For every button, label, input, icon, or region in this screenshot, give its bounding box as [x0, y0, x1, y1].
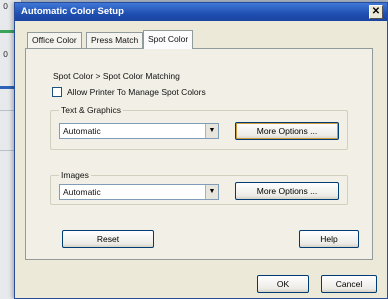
cancel-button[interactable]: Cancel: [321, 275, 377, 293]
ok-button[interactable]: OK: [257, 275, 309, 293]
allow-printer-checkbox-label: Allow Printer To Manage Spot Colors: [67, 87, 206, 97]
chevron-down-icon[interactable]: ▼: [205, 124, 218, 138]
images-select-value: Automatic: [63, 187, 101, 197]
allow-printer-checkbox-row[interactable]: Allow Printer To Manage Spot Colors: [52, 87, 206, 97]
tab-label: Press Match: [91, 35, 139, 45]
reset-button[interactable]: Reset: [62, 230, 154, 248]
dialog-titlebar[interactable]: Automatic Color Setup ✕: [15, 3, 387, 21]
text-graphics-legend: Text & Graphics: [59, 105, 123, 115]
breadcrumb: Spot Color > Spot Color Matching: [53, 71, 180, 81]
tab-spot-color[interactable]: Spot Color: [143, 30, 194, 49]
text-graphics-select-value: Automatic: [63, 126, 101, 136]
close-button[interactable]: ✕: [369, 5, 383, 19]
images-more-options-button[interactable]: More Options ...: [235, 182, 339, 200]
help-button[interactable]: Help: [299, 230, 359, 248]
images-select[interactable]: Automatic ▼: [59, 184, 219, 200]
tab-office-color[interactable]: Office Color: [27, 32, 82, 48]
images-group: Images Automatic ▼ More Options ...: [50, 170, 348, 205]
close-icon: ✕: [371, 6, 381, 17]
tab-label: Spot Color: [148, 34, 189, 44]
text-graphics-group: Text & Graphics Automatic ▼ More Options…: [50, 105, 348, 150]
chevron-down-icon[interactable]: ▼: [205, 185, 218, 199]
spot-color-panel: Spot Color > Spot Color Matching Allow P…: [25, 48, 373, 260]
text-graphics-select[interactable]: Automatic ▼: [59, 123, 219, 139]
tab-press-match[interactable]: Press Match: [86, 32, 144, 48]
dialog-title: Automatic Color Setup: [21, 6, 124, 17]
automatic-color-setup-dialog: Automatic Color Setup ✕ Office Color Pre…: [14, 2, 388, 299]
allow-printer-checkbox[interactable]: [52, 87, 62, 97]
text-graphics-more-options-button[interactable]: More Options ...: [235, 122, 339, 140]
tab-label: Office Color: [32, 35, 77, 45]
images-legend: Images: [59, 170, 91, 180]
